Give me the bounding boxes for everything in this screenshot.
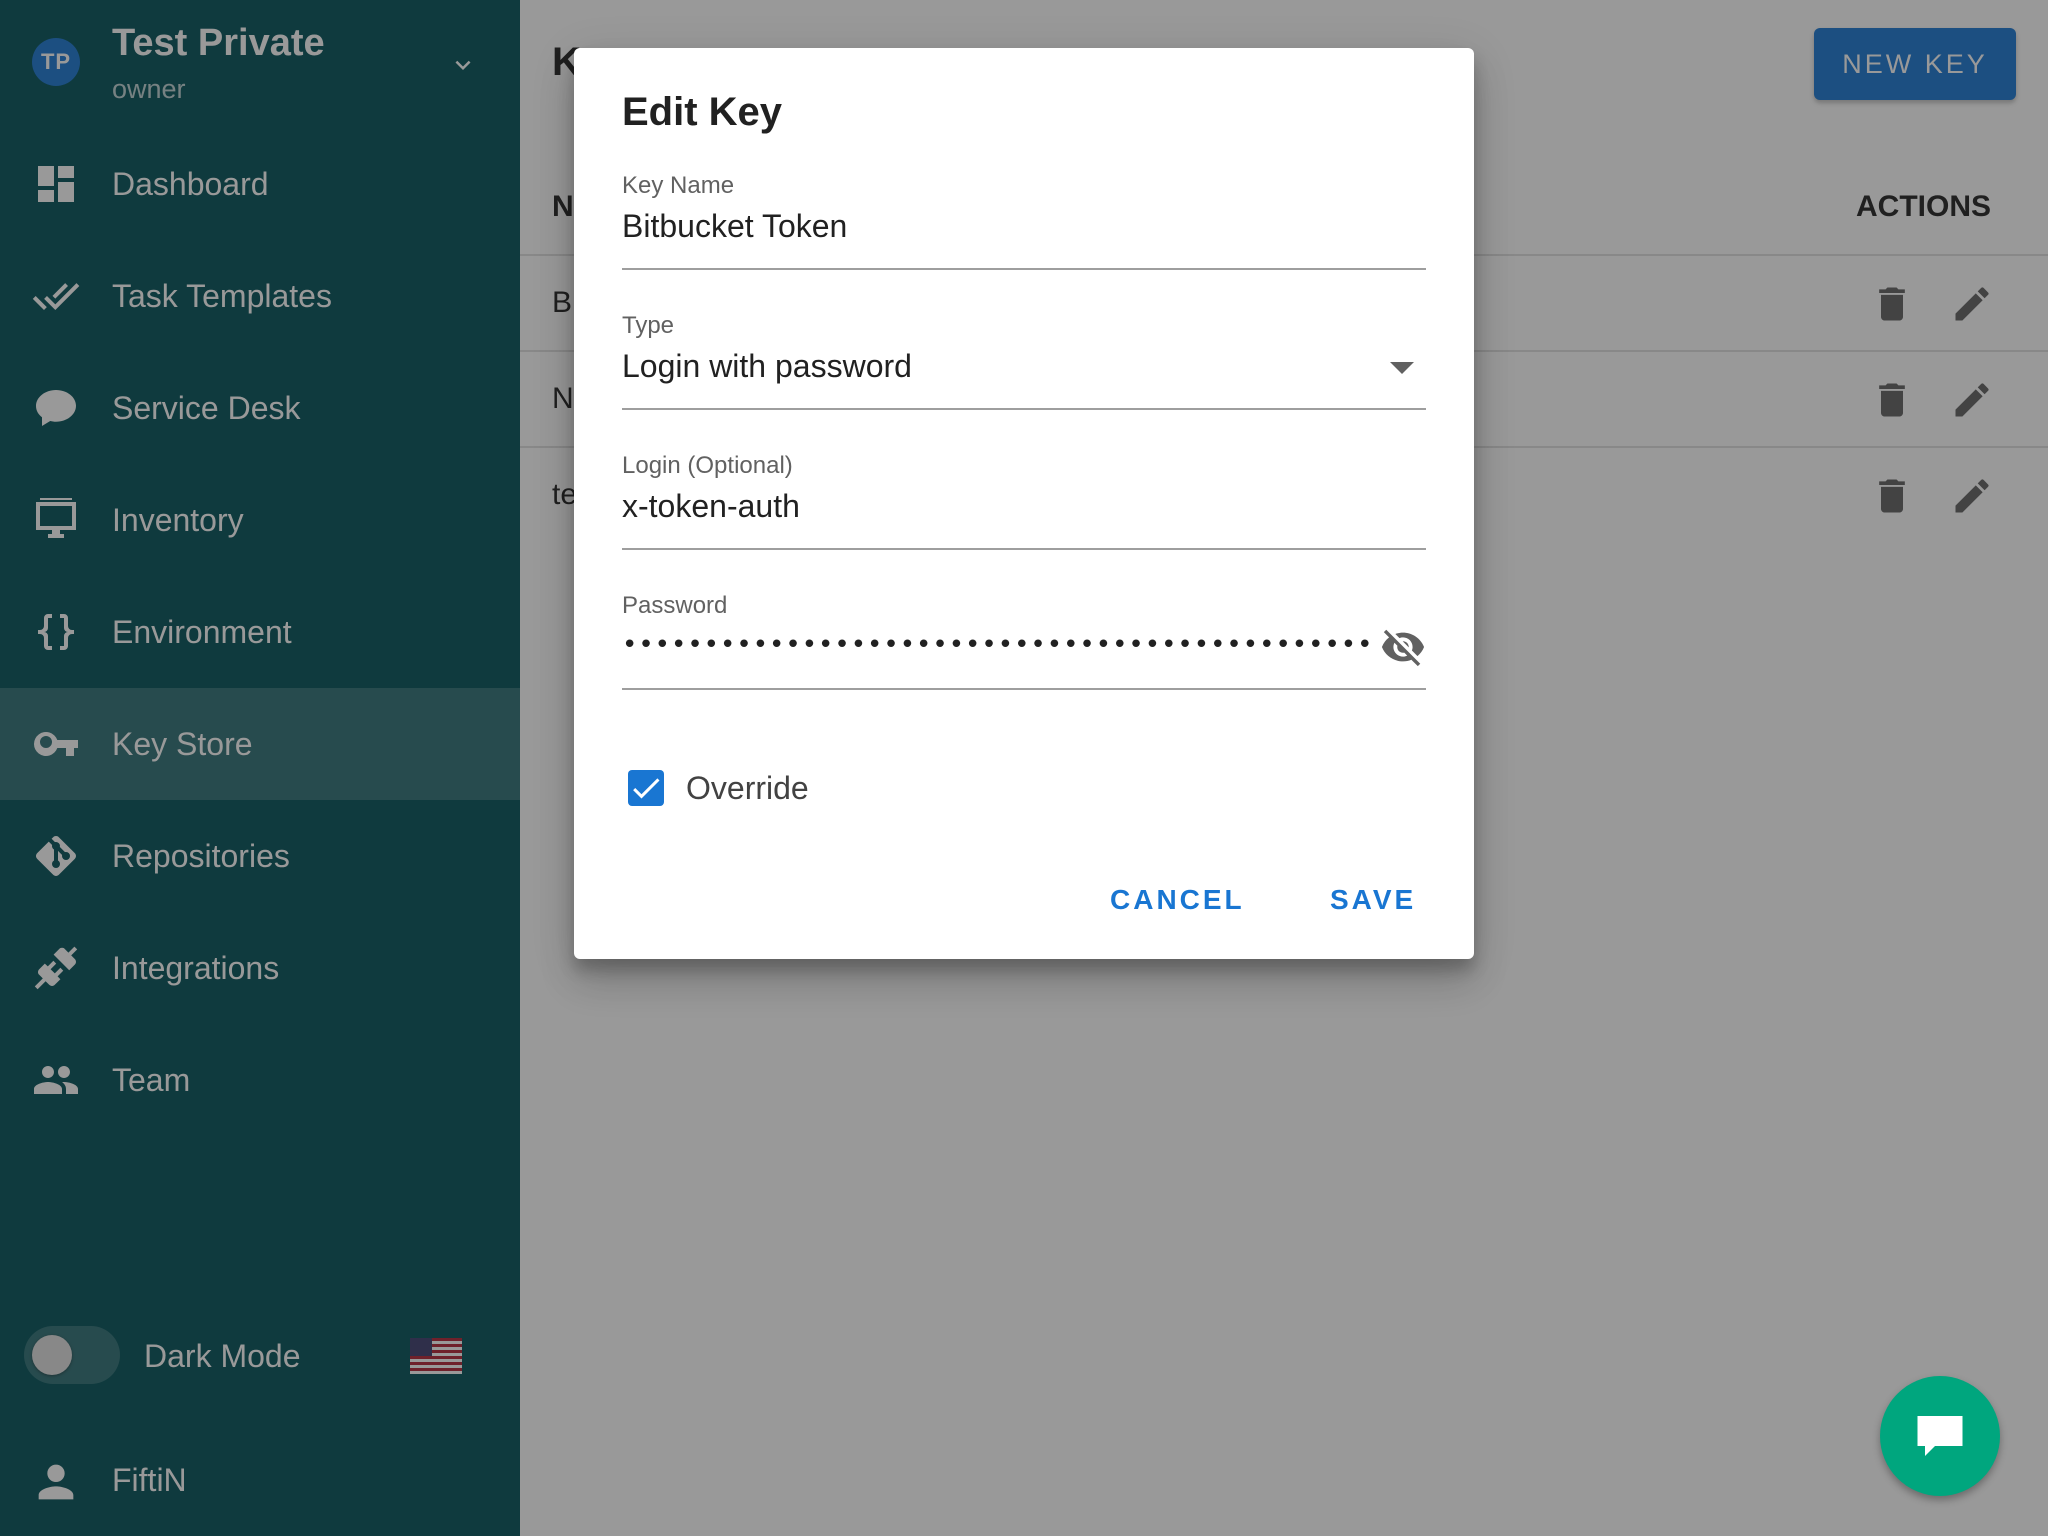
override-label[interactable]: Override (686, 770, 809, 807)
save-button[interactable]: SAVE (1330, 884, 1416, 916)
login-label: Login (Optional) (622, 452, 793, 479)
visibility-off-icon[interactable] (1380, 624, 1426, 670)
dialog-title: Edit Key (622, 90, 783, 134)
password-input[interactable]: ••••••••••••••••••••••••••••••••••••••••… (622, 630, 1370, 660)
password-label: Password (622, 592, 728, 619)
key-name-input[interactable]: Bitbucket Token (622, 208, 847, 245)
chat-button[interactable] (1880, 1376, 2000, 1496)
type-value[interactable]: Login with password (622, 348, 912, 385)
edit-key-dialog: Edit Key Key Name Bitbucket Token Type L… (574, 48, 1474, 959)
dropdown-arrow-icon[interactable] (1390, 362, 1414, 374)
key-name-field[interactable]: Key Name Bitbucket Token (622, 172, 1426, 270)
login-input[interactable]: x-token-auth (622, 488, 800, 525)
type-select[interactable]: Type Login with password (622, 312, 1426, 410)
key-name-label: Key Name (622, 172, 735, 199)
override-checkbox[interactable] (628, 770, 664, 806)
cancel-button[interactable]: CANCEL (1110, 884, 1245, 916)
check-icon (633, 778, 660, 799)
password-field[interactable]: Password •••••••••••••••••••••••••••••••… (622, 592, 1426, 690)
chat-icon (1917, 1416, 1963, 1456)
type-label: Type (622, 312, 675, 339)
login-field[interactable]: Login (Optional) x-token-auth (622, 452, 1426, 550)
